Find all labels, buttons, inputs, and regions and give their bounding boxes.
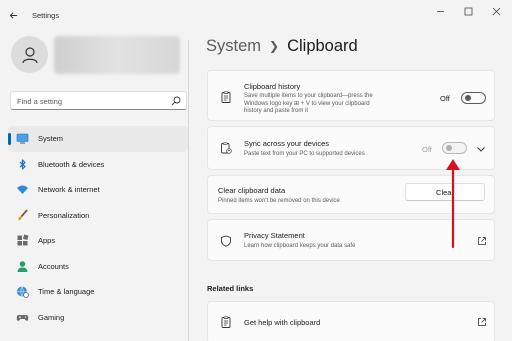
clipboard-history-card: Clipboard history Save multiple items to… — [207, 70, 495, 121]
clipboard-history-toggle[interactable] — [461, 92, 486, 104]
sidebar-item-label: Bluetooth & devices — [38, 159, 105, 169]
minimize-icon — [436, 10, 444, 12]
breadcrumb-parent[interactable]: System — [206, 37, 261, 56]
bluetooth-icon — [19, 158, 26, 170]
search-input[interactable] — [17, 95, 167, 107]
brush-icon — [18, 208, 28, 220]
maximize-icon — [464, 7, 472, 15]
clipboard-history-desc-line1: Save multiple items to your clipboard—pr… — [244, 93, 373, 99]
clipboard-icon — [221, 91, 231, 103]
sidebar-item-label: Apps — [38, 236, 56, 245]
sidebar-item-label: Accounts — [38, 261, 69, 271]
clipboard-history-desc-line3: history and paste from it — [244, 108, 309, 114]
help-icon — [221, 316, 231, 328]
sync-state: Off — [422, 145, 432, 154]
clear-desc: Pinned items won't be removed on this de… — [218, 198, 340, 204]
globe-clock-icon — [17, 286, 29, 298]
sidebar-item-label: System — [38, 134, 64, 143]
privacy-title: Privacy Statement — [244, 231, 305, 240]
shield-icon — [221, 235, 231, 247]
toggle-knob — [465, 95, 471, 101]
clipboard-history-state: Off — [440, 94, 450, 103]
sidebar-item-label: Time & language — [38, 287, 95, 296]
sidebar-item-label: Network & internet — [38, 185, 100, 194]
sidebar-item-apps[interactable]: Apps — [8, 228, 188, 254]
sidebar-item-personalization[interactable]: Personalization — [8, 203, 188, 229]
system-icon — [16, 133, 29, 144]
back-arrow-icon[interactable] — [9, 11, 18, 20]
sidebar-item-time-language[interactable]: Time & language — [8, 279, 188, 305]
page-title: Clipboard — [287, 37, 358, 55]
apps-icon — [17, 234, 29, 246]
sidebar-item-accounts[interactable]: Accounts — [8, 254, 188, 280]
sidebar-item-bluetooth[interactable]: Bluetooth & devices — [8, 152, 188, 178]
sidebar-item-label: Personalization — [38, 210, 90, 220]
user-name-redacted — [54, 36, 180, 74]
gamepad-icon — [16, 314, 29, 321]
wifi-icon — [17, 185, 28, 194]
external-link-icon — [478, 237, 486, 245]
title-bar: Settings — [0, 0, 512, 30]
clipboard-history-desc-line2: Windows logo key ⊞ + V to view your clip… — [244, 100, 370, 107]
sidebar-divider — [188, 40, 189, 341]
sidebar-item-system[interactable]: System — [8, 126, 188, 152]
close-icon — [492, 7, 500, 15]
sidebar-nav: System Bluetooth & devices Network & int… — [8, 126, 188, 330]
clipboard-history-title: Clipboard history — [244, 82, 301, 91]
chevron-down-icon[interactable] — [475, 143, 487, 155]
avatar[interactable] — [11, 36, 48, 73]
help-link-card[interactable]: Get help with clipboard — [207, 301, 495, 341]
related-links-heading: Related links — [207, 284, 254, 293]
close-button[interactable] — [483, 4, 509, 18]
sidebar-item-label: Gaming — [38, 312, 65, 322]
help-link-label: Get help with clipboard — [244, 318, 321, 327]
person-icon — [21, 46, 38, 63]
clear-title: Clear clipboard data — [218, 186, 286, 195]
search-icon[interactable] — [171, 96, 181, 106]
accounts-icon — [17, 260, 28, 272]
sidebar-item-gaming[interactable]: Gaming — [8, 305, 188, 331]
search-box[interactable] — [10, 91, 187, 110]
sidebar-item-network[interactable]: Network & internet — [8, 177, 188, 203]
sidebar: System Bluetooth & devices Network & int… — [0, 30, 192, 341]
sync-title: Sync across your devices — [244, 139, 330, 148]
sync-clipboard-icon — [221, 142, 232, 154]
window-title: Settings — [32, 11, 60, 20]
external-link-icon — [478, 318, 486, 326]
annotation-arrow-icon — [446, 159, 460, 249]
privacy-desc: Learn how clipboard keeps your data safe — [244, 243, 356, 249]
breadcrumb: System ❯ Clipboard — [206, 37, 358, 56]
maximize-button[interactable] — [455, 4, 481, 18]
minimize-button[interactable] — [427, 4, 453, 18]
sync-desc: Paste text from your PC to supported dev… — [244, 151, 365, 157]
breadcrumb-chevron-icon: ❯ — [269, 38, 280, 53]
